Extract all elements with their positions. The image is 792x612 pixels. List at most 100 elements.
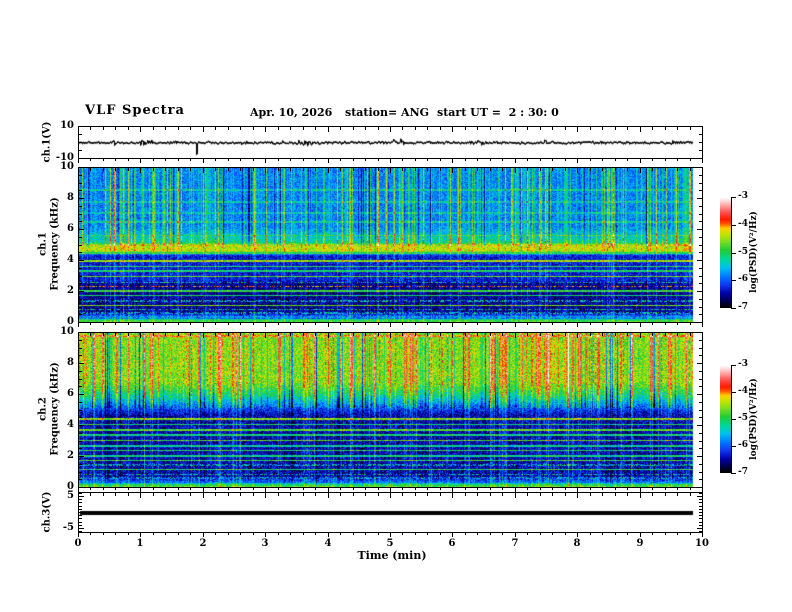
x-tick bbox=[690, 493, 691, 496]
y-tick bbox=[79, 487, 84, 488]
x-tick bbox=[178, 533, 179, 535]
x-tick bbox=[390, 533, 391, 537]
x-tick bbox=[440, 488, 441, 490]
y-tick bbox=[699, 386, 702, 387]
x-tick bbox=[378, 488, 379, 490]
y-tick-label: 10 bbox=[60, 326, 74, 337]
x-tick bbox=[165, 323, 166, 325]
x-tick bbox=[228, 323, 229, 325]
colorbar-tick bbox=[732, 473, 736, 474]
colorbar-tick-label: -3 bbox=[738, 191, 748, 201]
x-tick bbox=[652, 488, 653, 490]
y-tick bbox=[79, 283, 82, 284]
x-tick bbox=[465, 127, 466, 130]
x-tick bbox=[515, 333, 516, 338]
panel-frame bbox=[78, 167, 703, 323]
x-tick bbox=[527, 127, 528, 130]
x-tick bbox=[128, 159, 129, 161]
y-tick bbox=[79, 433, 82, 434]
x-tick bbox=[365, 333, 366, 336]
x-tick bbox=[490, 168, 491, 171]
x-tick bbox=[665, 168, 666, 171]
x-tick bbox=[140, 159, 141, 163]
x-tick bbox=[378, 127, 379, 130]
x-tick bbox=[540, 323, 541, 325]
y-tick bbox=[699, 493, 702, 494]
x-tick bbox=[253, 159, 254, 161]
x-tick bbox=[265, 533, 266, 537]
x-tick bbox=[303, 168, 304, 171]
y-tick bbox=[79, 371, 82, 372]
y-tick bbox=[79, 394, 84, 395]
x-tick bbox=[215, 533, 216, 535]
x-tick bbox=[228, 168, 229, 171]
x-tick bbox=[90, 168, 91, 171]
y-tick bbox=[697, 394, 702, 395]
y-tick bbox=[79, 206, 82, 207]
x-tick bbox=[652, 168, 653, 171]
x-tick bbox=[203, 333, 204, 338]
y-tick bbox=[697, 198, 702, 199]
x-tick bbox=[677, 333, 678, 336]
x-tick bbox=[253, 127, 254, 130]
x-tick bbox=[290, 168, 291, 171]
x-tick bbox=[540, 168, 541, 171]
y-tick bbox=[79, 322, 84, 323]
x-tick bbox=[402, 159, 403, 161]
x-tick bbox=[515, 493, 516, 498]
x-tick bbox=[165, 488, 166, 490]
y-tick bbox=[697, 322, 702, 323]
x-tick bbox=[640, 168, 641, 173]
x-tick bbox=[378, 493, 379, 496]
colorbar-tick-label: -6 bbox=[738, 274, 748, 284]
x-tick bbox=[365, 493, 366, 496]
x-tick bbox=[515, 159, 516, 163]
x-tick bbox=[402, 333, 403, 336]
x-tick bbox=[390, 159, 391, 163]
x-tick bbox=[278, 493, 279, 496]
x-tick bbox=[328, 159, 329, 163]
x-tick bbox=[690, 488, 691, 490]
y-tick bbox=[699, 531, 702, 532]
x-tick bbox=[115, 168, 116, 171]
x-tick bbox=[190, 333, 191, 336]
y-tick bbox=[79, 493, 82, 494]
x-tick bbox=[365, 159, 366, 161]
x-tick bbox=[565, 333, 566, 336]
x-tick bbox=[228, 127, 229, 130]
x-tick bbox=[540, 488, 541, 490]
x-tick bbox=[640, 488, 641, 492]
x-tick bbox=[328, 168, 329, 173]
x-tick bbox=[490, 323, 491, 325]
x-tick bbox=[153, 533, 154, 535]
x-tick bbox=[178, 323, 179, 325]
x-tick bbox=[627, 168, 628, 171]
x-tick bbox=[178, 333, 179, 336]
y-tick bbox=[79, 291, 84, 292]
x-tick bbox=[78, 488, 79, 492]
x-tick bbox=[552, 488, 553, 490]
x-tick bbox=[265, 127, 266, 132]
x-tick bbox=[565, 493, 566, 496]
x-tick bbox=[465, 493, 466, 496]
x-tick bbox=[353, 488, 354, 490]
x-tick bbox=[415, 493, 416, 496]
ch1-label-line1: ch.1 bbox=[37, 232, 49, 256]
x-tick bbox=[90, 488, 91, 490]
x-tick bbox=[103, 333, 104, 336]
x-tick bbox=[627, 493, 628, 496]
x-tick bbox=[402, 533, 403, 535]
x-tick bbox=[240, 488, 241, 490]
x-tick bbox=[440, 333, 441, 336]
x-tick bbox=[165, 333, 166, 336]
x-tick bbox=[90, 533, 91, 535]
x-tick bbox=[228, 159, 229, 161]
y-tick-label: 6 bbox=[67, 388, 74, 399]
x-tick bbox=[477, 323, 478, 325]
x-tick bbox=[153, 333, 154, 336]
x-tick bbox=[153, 488, 154, 490]
x-tick bbox=[140, 488, 141, 492]
y-tick bbox=[699, 183, 702, 184]
x-tick bbox=[303, 533, 304, 535]
y-tick bbox=[79, 410, 82, 411]
